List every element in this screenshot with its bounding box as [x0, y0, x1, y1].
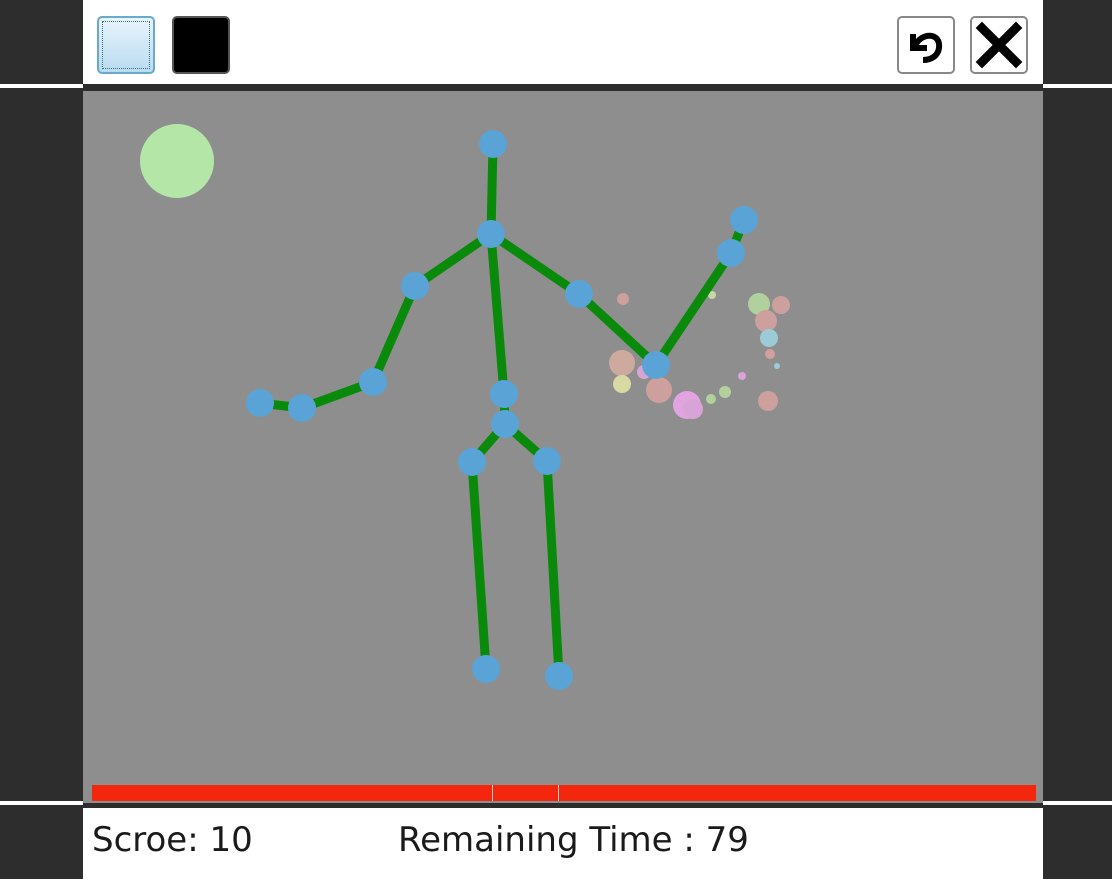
timer-bar-divider — [492, 785, 493, 801]
close-button[interactable] — [970, 16, 1028, 74]
game-canvas[interactable] — [83, 91, 1043, 803]
stick-figure-skeleton — [255, 139, 749, 681]
timer-bar — [92, 785, 1036, 801]
sparkle-particles — [609, 291, 790, 419]
target-ball — [140, 124, 214, 198]
right-letterbox — [1043, 0, 1112, 879]
divider — [1043, 84, 1112, 88]
score-separator: : — [187, 820, 210, 860]
remaining-time-display: Remaining Time : 79 — [398, 812, 749, 868]
divider — [1043, 801, 1112, 805]
remaining-time-label: Remaining Time : — [398, 820, 706, 860]
undo-arrow-icon — [910, 32, 943, 63]
undo-button[interactable] — [897, 16, 955, 74]
divider — [0, 84, 83, 88]
timer-bar-fill — [92, 785, 1036, 801]
divider — [0, 801, 83, 805]
score-value: 10 — [209, 820, 253, 860]
left-letterbox — [0, 0, 83, 879]
score-display: Scroe: 10 — [92, 812, 253, 868]
dark-mode-button[interactable] — [172, 16, 230, 74]
close-x-icon — [975, 21, 1023, 69]
game-scene — [140, 124, 790, 690]
light-mode-button[interactable] — [97, 16, 155, 74]
remaining-time-value: 79 — [705, 820, 749, 860]
score-label: Scroe — [92, 820, 188, 860]
timer-bar-divider — [558, 785, 559, 801]
